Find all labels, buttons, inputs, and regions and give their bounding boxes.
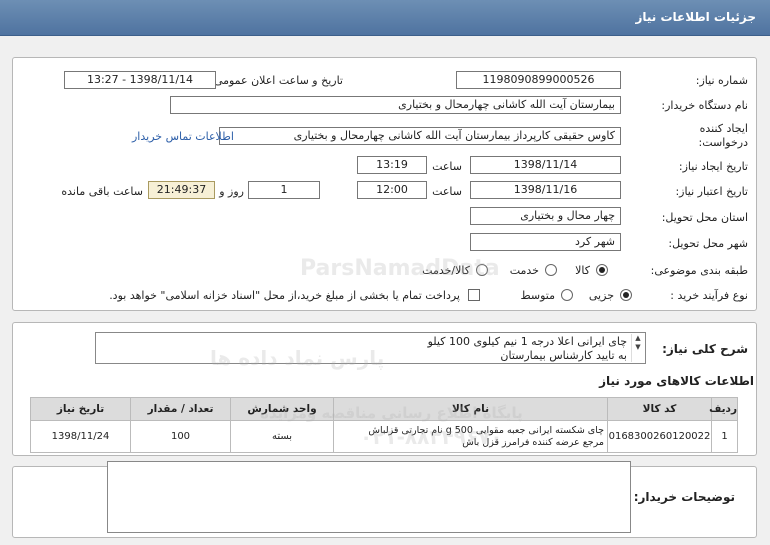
create-date-field: 1398/11/14 bbox=[470, 156, 621, 174]
creator-field: کاوس حقیقی کارپرداز بیمارستان آیت الله ک… bbox=[219, 127, 621, 145]
category-label: طبقه بندی موضوعی: bbox=[650, 264, 748, 277]
col-header-code: کد کالا bbox=[607, 397, 712, 421]
cell-name: چای شکسته ایرانی جعبه مقوایی 500 g نام ت… bbox=[333, 420, 608, 453]
creator-label-line1: ایجاد کننده bbox=[699, 122, 748, 135]
valid-date-label: تاریخ اعتبار نیاز: bbox=[675, 185, 748, 198]
goods-table-wrap: ردیف کد کالا نام کالا واحد شمارش تعداد /… bbox=[30, 397, 738, 453]
valid-time-label: ساعت bbox=[432, 185, 462, 198]
create-time-field: 13:19 bbox=[357, 156, 427, 174]
cell-row-index: 1 bbox=[711, 420, 738, 453]
days-field: 1 bbox=[248, 181, 320, 199]
col-header-date: تاریخ نیاز bbox=[30, 397, 131, 421]
summary-line1: چای ایرانی اعلا درجه 1 نیم کیلوی 100 کیل… bbox=[427, 335, 627, 348]
process-radio-minor[interactable] bbox=[620, 289, 632, 301]
create-time-label: ساعت bbox=[432, 160, 462, 173]
announce-field: 1398/11/14 - 13:27 bbox=[64, 71, 216, 89]
goods-section-title: اطلاعات کالاهای مورد نیاز bbox=[599, 374, 754, 388]
col-header-row-index: ردیف bbox=[709, 397, 738, 421]
summary-textarea[interactable]: چای ایرانی اعلا درجه 1 نیم کیلوی 100 کیل… bbox=[95, 332, 646, 364]
scroll-up-icon[interactable]: ▲ bbox=[635, 334, 640, 342]
summary-line2: به تایید کارشناس بیمارستان bbox=[500, 349, 627, 362]
buyer-notes-box bbox=[107, 461, 631, 533]
need-number-field: 1198090899000526 bbox=[456, 71, 621, 89]
creator-label: ایجاد کننده درخواست: bbox=[699, 122, 748, 150]
scroll-down-icon[interactable]: ▼ bbox=[635, 343, 640, 351]
buyer-label: نام دستگاه خریدار: bbox=[661, 99, 748, 112]
process-radio-medium[interactable] bbox=[561, 289, 573, 301]
process-option-minor: جزیی bbox=[588, 289, 614, 302]
process-label: نوع فرآیند خرید : bbox=[670, 289, 748, 302]
cell-name-line2: مرجع عرضه کننده فرامرز قزل باش bbox=[462, 436, 604, 448]
province-field: چهار محال و بختیاری bbox=[470, 207, 621, 225]
need-number-label: شماره نیاز: bbox=[695, 74, 748, 87]
treasury-payment-note: پرداخت تمام یا بخشی از مبلغ خرید،از محل … bbox=[109, 289, 460, 302]
treasury-payment-checkbox[interactable] bbox=[468, 289, 480, 301]
valid-time-field: 12:00 bbox=[357, 181, 427, 199]
buyer-notes-label: توضیحات خریدار: bbox=[633, 490, 735, 504]
category-radio-goods[interactable] bbox=[596, 264, 608, 276]
valid-date-field: 1398/11/16 bbox=[470, 181, 621, 199]
province-label: استان محل تحویل: bbox=[661, 211, 748, 224]
category-radio-service[interactable] bbox=[545, 264, 557, 276]
category-radio-goods-service[interactable] bbox=[476, 264, 488, 276]
announce-label: تاریخ و ساعت اعلان عمومی: bbox=[210, 74, 343, 87]
table-row: 1 0168300260120022 چای شکسته ایرانی جعبه… bbox=[30, 420, 738, 453]
buyer-field: بیمارستان آیت الله کاشانی چهارمحال و بخت… bbox=[170, 96, 621, 114]
days-label: روز و bbox=[219, 185, 244, 198]
city-label: شهر محل تحویل: bbox=[668, 237, 748, 250]
page-header: جزئیات اطلاعات نیاز bbox=[0, 0, 770, 36]
page-title: جزئیات اطلاعات نیاز bbox=[635, 10, 756, 24]
cell-date: 1398/11/24 bbox=[30, 420, 131, 453]
summary-scrollbar[interactable]: ▲ ▼ bbox=[631, 334, 644, 362]
category-option-goods-service: کالا/خدمت bbox=[422, 264, 470, 277]
remaining-time-field: 21:49:37 bbox=[148, 181, 215, 199]
remaining-label: ساعت باقی مانده bbox=[61, 185, 143, 198]
cell-quantity: 100 bbox=[130, 420, 231, 453]
cell-name-line1: چای شکسته ایرانی جعبه مقوایی 500 g نام ت… bbox=[368, 424, 604, 436]
summary-label: شرح کلی نیاز: bbox=[662, 342, 748, 356]
col-header-quantity: تعداد / مقدار bbox=[130, 397, 231, 421]
cell-unit: بسته bbox=[230, 420, 334, 453]
col-header-name: نام کالا bbox=[333, 397, 608, 421]
category-option-goods: کالا bbox=[575, 264, 590, 277]
buyer-contact-link[interactable]: اطلاعات تماس خریدار bbox=[132, 130, 234, 143]
cell-code: 0168300260120022 bbox=[607, 420, 712, 453]
category-option-service: خدمت bbox=[509, 264, 539, 277]
goods-table: ردیف کد کالا نام کالا واحد شمارش تعداد /… bbox=[30, 397, 738, 453]
creator-label-line2: درخواست: bbox=[698, 136, 748, 149]
city-field: شهر کرد bbox=[470, 233, 621, 251]
process-option-medium: متوسط bbox=[520, 289, 555, 302]
goods-table-header: ردیف کد کالا نام کالا واحد شمارش تعداد /… bbox=[30, 397, 738, 421]
create-date-label: تاریخ ایجاد نیاز: bbox=[678, 160, 748, 173]
col-header-unit: واحد شمارش bbox=[230, 397, 334, 421]
